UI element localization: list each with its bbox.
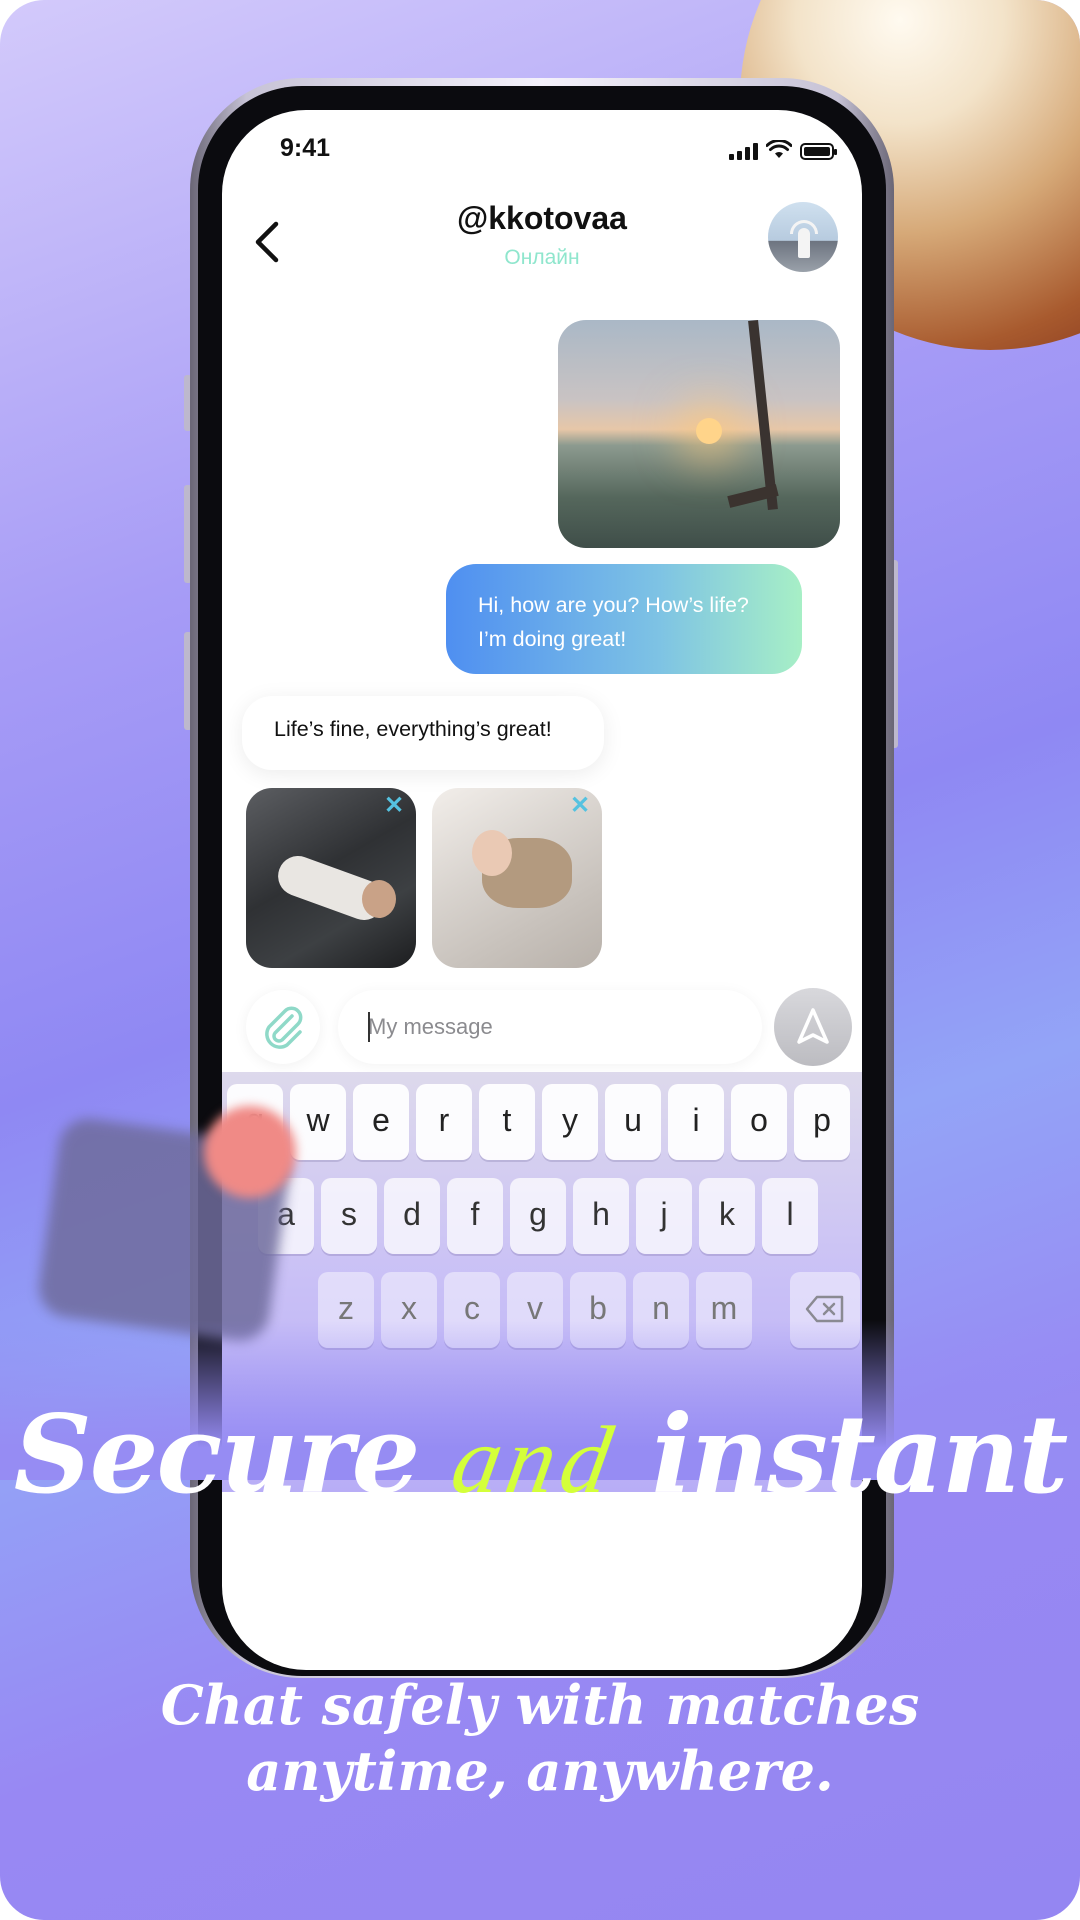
incoming-message-bubble: Life’s fine, everything’s great! xyxy=(242,696,604,770)
key-k[interactable]: k xyxy=(699,1178,755,1254)
key-j[interactable]: j xyxy=(636,1178,692,1254)
key-e[interactable]: e xyxy=(353,1084,409,1160)
sent-photo-message[interactable] xyxy=(558,320,840,548)
key-w[interactable]: w xyxy=(290,1084,346,1160)
key-i[interactable]: i xyxy=(668,1084,724,1160)
attach-button[interactable] xyxy=(246,990,320,1064)
attachment-thumbnail[interactable]: ✕ xyxy=(432,788,602,968)
key-l[interactable]: l xyxy=(762,1178,818,1254)
attachment-thumbnail[interactable]: ✕ xyxy=(246,788,416,968)
headline-line-1: Secure and instant xyxy=(0,1392,1080,1518)
chat-username: @kkotovaa xyxy=(457,200,627,236)
avatar[interactable] xyxy=(768,202,838,272)
subtitle-line-1: Chat safely with matches xyxy=(160,1673,920,1737)
text-caret xyxy=(368,1012,370,1042)
wifi-icon xyxy=(766,140,792,158)
key-s[interactable]: s xyxy=(321,1178,377,1254)
paperclip-icon xyxy=(265,1006,303,1049)
send-button[interactable] xyxy=(774,988,852,1066)
status-icons xyxy=(729,140,837,160)
key-g[interactable]: g xyxy=(510,1178,566,1254)
key-p[interactable]: p xyxy=(794,1084,850,1160)
notification-dot-decoration xyxy=(204,1106,296,1198)
send-icon xyxy=(797,1008,829,1044)
online-status: Онлайн xyxy=(504,246,580,269)
message-composer xyxy=(222,980,862,1076)
headline-line-2: messaging xyxy=(226,1520,855,1646)
key-y[interactable]: y xyxy=(542,1084,598,1160)
status-time: 9:41 xyxy=(280,134,331,162)
status-bar: 9:41 xyxy=(222,110,862,180)
message-input[interactable] xyxy=(338,990,762,1064)
headline-word-instant: instant xyxy=(651,1392,1069,1518)
key-d[interactable]: d xyxy=(384,1178,440,1254)
outgoing-message-bubble: Hi, how are you? How’s life? I’m doing g… xyxy=(446,564,802,674)
key-f[interactable]: f xyxy=(447,1178,503,1254)
key-h[interactable]: h xyxy=(573,1178,629,1254)
promo-card: 9:41 @kkotovaa Онлайн Hi, how are you? H… xyxy=(0,0,1080,1920)
battery-icon xyxy=(800,143,837,160)
remove-attachment-icon[interactable]: ✕ xyxy=(568,794,592,818)
signal-icon xyxy=(729,142,758,160)
remove-attachment-icon[interactable]: ✕ xyxy=(382,794,406,818)
key-u[interactable]: u xyxy=(605,1084,661,1160)
subtitle-line-2: anytime, anywhere. xyxy=(246,1739,834,1803)
key-o[interactable]: o xyxy=(731,1084,787,1160)
headline-word-secure: Secure xyxy=(13,1392,421,1518)
key-t[interactable]: t xyxy=(479,1084,535,1160)
headline-word-and: and xyxy=(444,1406,626,1513)
key-r[interactable]: r xyxy=(416,1084,472,1160)
